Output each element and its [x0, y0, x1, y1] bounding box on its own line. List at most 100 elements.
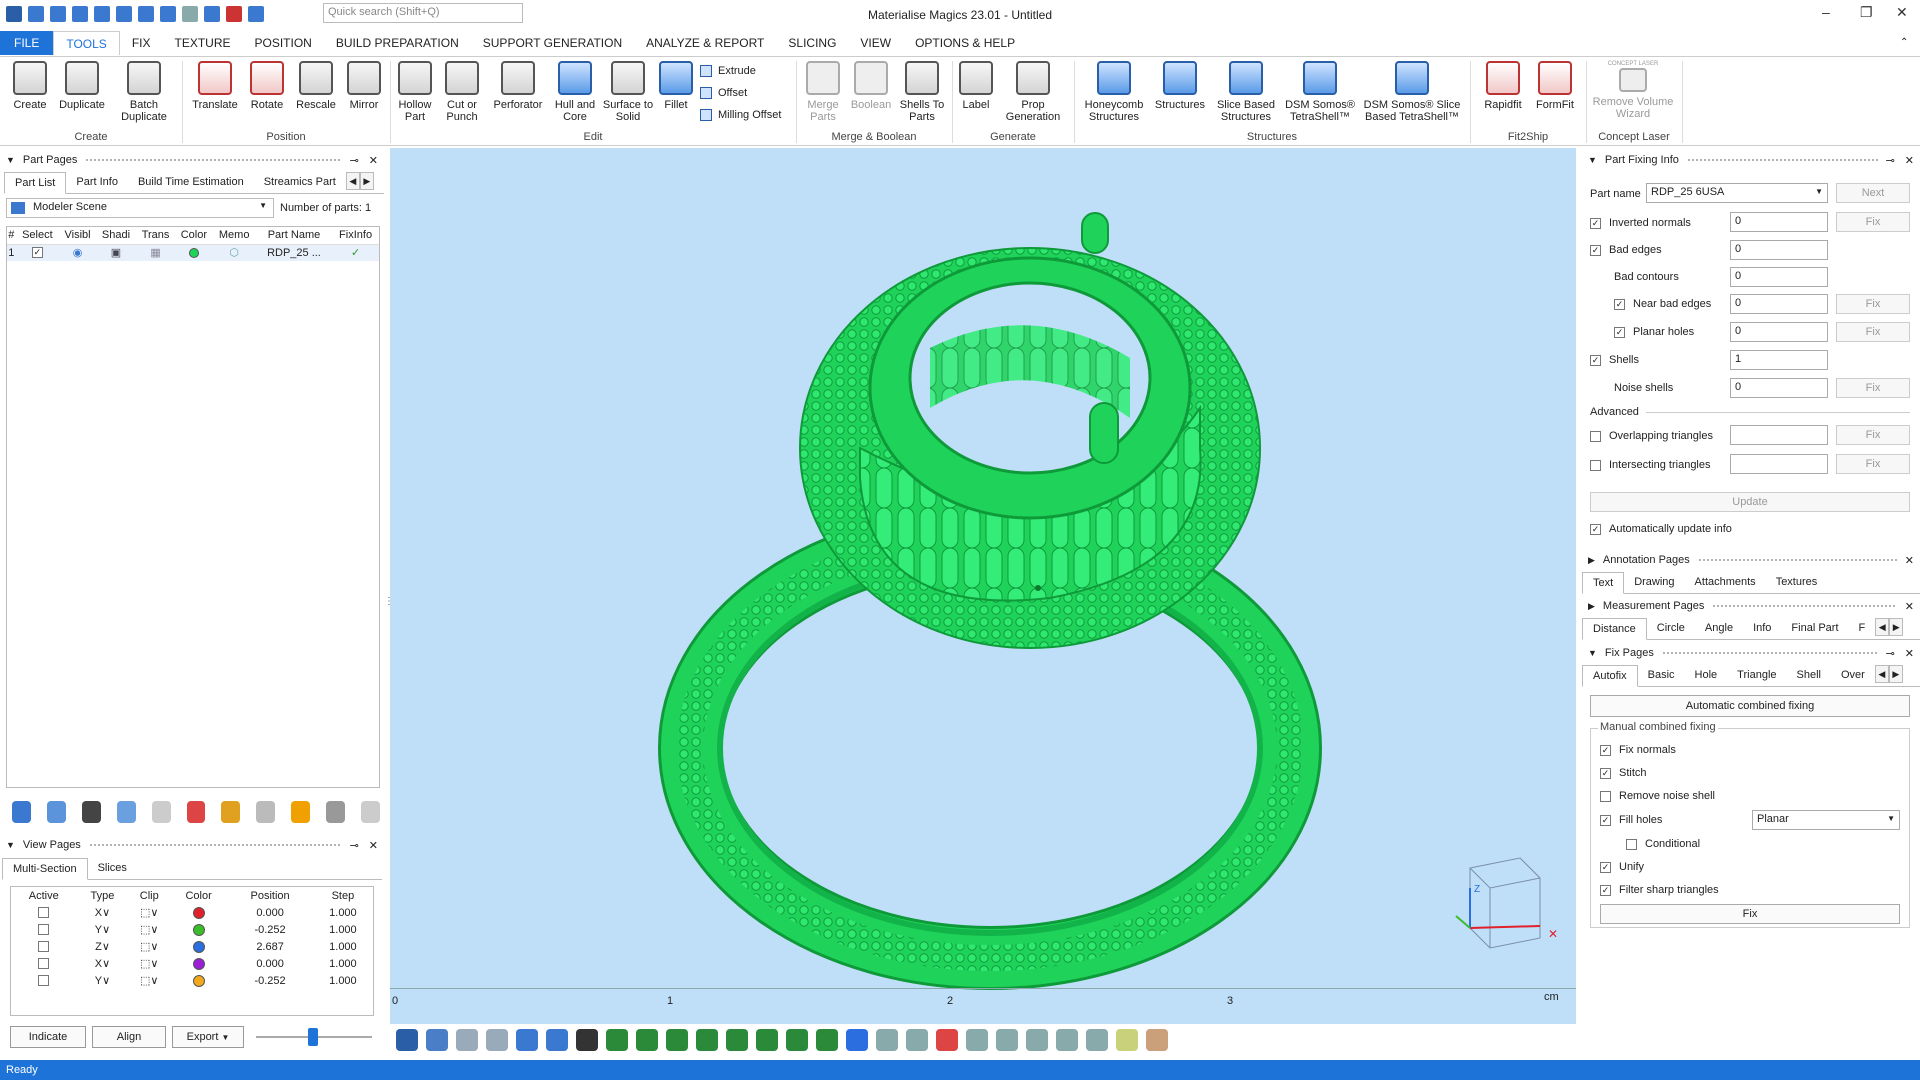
mirror-button[interactable]: Mirror	[342, 61, 386, 111]
hull-and-core-button[interactable]: Hull and Core	[550, 61, 600, 123]
section-color-swatch[interactable]	[192, 974, 205, 987]
transparency-icon[interactable]: ▦	[136, 244, 175, 261]
rotate-button[interactable]: Rotate	[244, 61, 290, 111]
close-panel-icon[interactable]: ✕	[369, 154, 378, 167]
view-iso-icon[interactable]	[516, 1029, 538, 1051]
fill-holes-mode-select[interactable]: Planar ▼	[1752, 810, 1900, 830]
col-transparency[interactable]: Trans	[136, 227, 175, 244]
duplicate-button[interactable]: Duplicate	[56, 61, 108, 111]
clip-select-icon[interactable]: ⬚∨	[129, 921, 170, 938]
bad-edges-row[interactable]: ✓ Bad edges	[1590, 244, 1662, 256]
menu-support-generation[interactable]: SUPPORT GENERATION	[471, 31, 634, 55]
shells-checkbox[interactable]: ✓	[1590, 354, 1601, 366]
remove-noise-row[interactable]: Remove noise shell	[1600, 790, 1715, 802]
tab-multi-section[interactable]: Multi-Section	[2, 858, 88, 880]
fill-holes-row[interactable]: ✓ Fill holes	[1600, 814, 1662, 826]
indicate-button[interactable]: Indicate	[10, 1026, 86, 1048]
offset-button[interactable]: Offset	[700, 87, 747, 99]
section-row[interactable]: Z∨ ⬚∨ 2.687 1.000	[11, 938, 373, 955]
section-row[interactable]: X∨ ⬚∨ 0.000 1.000	[11, 904, 373, 921]
memo-icon[interactable]: ⬡	[213, 244, 256, 261]
minimize-icon[interactable]: –	[1822, 4, 1830, 20]
type-select[interactable]: X∨	[76, 955, 128, 972]
extrude-button[interactable]: Extrude	[700, 65, 756, 77]
active-checkbox[interactable]	[38, 958, 50, 970]
collapse-icon[interactable]: ▼	[6, 155, 15, 165]
slice-based-tetrashell-button[interactable]: DSM Somos® Slice Based TetraShell™	[1360, 61, 1464, 123]
pin-icon[interactable]: ⊸	[350, 154, 359, 167]
merge-parts-button[interactable]: Merge Parts	[802, 61, 844, 123]
checklist-icon[interactable]	[81, 801, 101, 823]
tag-icon[interactable]	[256, 801, 276, 823]
conditional-checkbox[interactable]	[1626, 838, 1637, 850]
section-row[interactable]: Y∨ ⬚∨ -0.252 1.000	[11, 921, 373, 938]
tab-f[interactable]: F	[1849, 618, 1876, 639]
next-button[interactable]: Next	[1836, 183, 1910, 203]
col-select[interactable]: Select	[16, 227, 59, 244]
active-checkbox[interactable]	[38, 941, 50, 953]
zoom-selected-icon[interactable]	[486, 1029, 508, 1051]
active-checkbox[interactable]	[38, 975, 50, 987]
rescale-button[interactable]: Rescale	[292, 61, 340, 111]
structures-button[interactable]: Structures	[1152, 61, 1208, 111]
col-visible[interactable]: Visibl	[59, 227, 96, 244]
overlapping-row[interactable]: Overlapping triangles	[1590, 430, 1713, 442]
tab-streamics[interactable]: Streamics Part	[254, 172, 346, 193]
section-row[interactable]: Y∨ ⬚∨ -0.252 1.000	[11, 972, 373, 989]
tab-text[interactable]: Text	[1582, 572, 1625, 594]
col-shading[interactable]: Shadi	[96, 227, 136, 244]
cut-or-punch-button[interactable]: Cut or Punch	[440, 61, 484, 123]
select-polyline-icon[interactable]	[786, 1029, 808, 1051]
triangle-view-icon[interactable]	[1116, 1029, 1138, 1051]
tab-build-time[interactable]: Build Time Estimation	[128, 172, 254, 193]
tab-shell[interactable]: Shell	[1787, 665, 1831, 686]
remove-noise-checkbox[interactable]	[1600, 790, 1611, 802]
tab-basic[interactable]: Basic	[1638, 665, 1685, 686]
rapidfit-button[interactable]: Rapidfit	[1478, 61, 1528, 111]
clip-select-icon[interactable]: ⬚∨	[129, 904, 170, 921]
section-row[interactable]: X∨ ⬚∨ 0.000 1.000	[11, 955, 373, 972]
expand-marking-icon[interactable]	[966, 1029, 988, 1051]
batch-duplicate-button[interactable]: Batch Duplicate	[116, 61, 172, 123]
label-part-icon[interactable]	[291, 801, 311, 823]
section-slider-thumb[interactable]	[308, 1028, 318, 1046]
expand-icon[interactable]: ▶	[1588, 601, 1595, 612]
tab-info[interactable]: Info	[1743, 618, 1781, 639]
type-select[interactable]: Y∨	[76, 921, 128, 938]
intersecting-checkbox[interactable]	[1590, 459, 1601, 471]
tab-part-list[interactable]: Part List	[4, 172, 67, 194]
auto-update-checkbox[interactable]: ✓	[1590, 523, 1601, 535]
triangle-edge-icon[interactable]	[1146, 1029, 1168, 1051]
tab-hole[interactable]: Hole	[1685, 665, 1728, 686]
tab-attachments[interactable]: Attachments	[1685, 572, 1766, 593]
mark-shell-icon[interactable]	[1086, 1029, 1108, 1051]
select-lasso-icon[interactable]	[756, 1029, 778, 1051]
close-panel-icon[interactable]: ✕	[1905, 647, 1914, 660]
tab-scroll-left-icon[interactable]: ◀	[1874, 665, 1889, 683]
active-checkbox[interactable]	[38, 907, 50, 919]
menu-slicing[interactable]: SLICING	[776, 31, 848, 55]
close-panel-icon[interactable]: ✕	[1905, 154, 1914, 167]
invert-selection-icon[interactable]	[46, 801, 66, 823]
close-icon[interactable]: ✕	[1896, 4, 1908, 21]
inverted-normals-checkbox[interactable]: ✓	[1590, 217, 1601, 229]
mark-triangles-icon[interactable]	[876, 1029, 898, 1051]
active-checkbox[interactable]	[38, 924, 50, 936]
fix-overlapping-button[interactable]: Fix	[1836, 425, 1910, 445]
fillet-button[interactable]: Fillet	[658, 61, 694, 111]
select-plane-icon[interactable]	[636, 1029, 658, 1051]
zoom-icon[interactable]	[396, 1029, 418, 1051]
select-surface-icon[interactable]	[666, 1029, 688, 1051]
menu-analyze-report[interactable]: ANALYZE & REPORT	[634, 31, 776, 55]
bad-edges-checkbox[interactable]: ✓	[1590, 244, 1601, 256]
close-panel-icon[interactable]: ✕	[1905, 600, 1914, 613]
pin-icon[interactable]: ⊸	[1886, 154, 1895, 167]
tab-autofix[interactable]: Autofix	[1582, 665, 1638, 687]
menu-options-help[interactable]: OPTIONS & HELP	[903, 31, 1027, 55]
pin-icon[interactable]: ⊸	[1886, 647, 1895, 660]
zoom-fit-icon[interactable]	[456, 1029, 478, 1051]
select-brush-icon[interactable]	[816, 1029, 838, 1051]
select-all-icon[interactable]	[12, 801, 31, 823]
tab-final-part[interactable]: Final Part	[1781, 618, 1848, 639]
menu-position[interactable]: POSITION	[243, 31, 324, 55]
